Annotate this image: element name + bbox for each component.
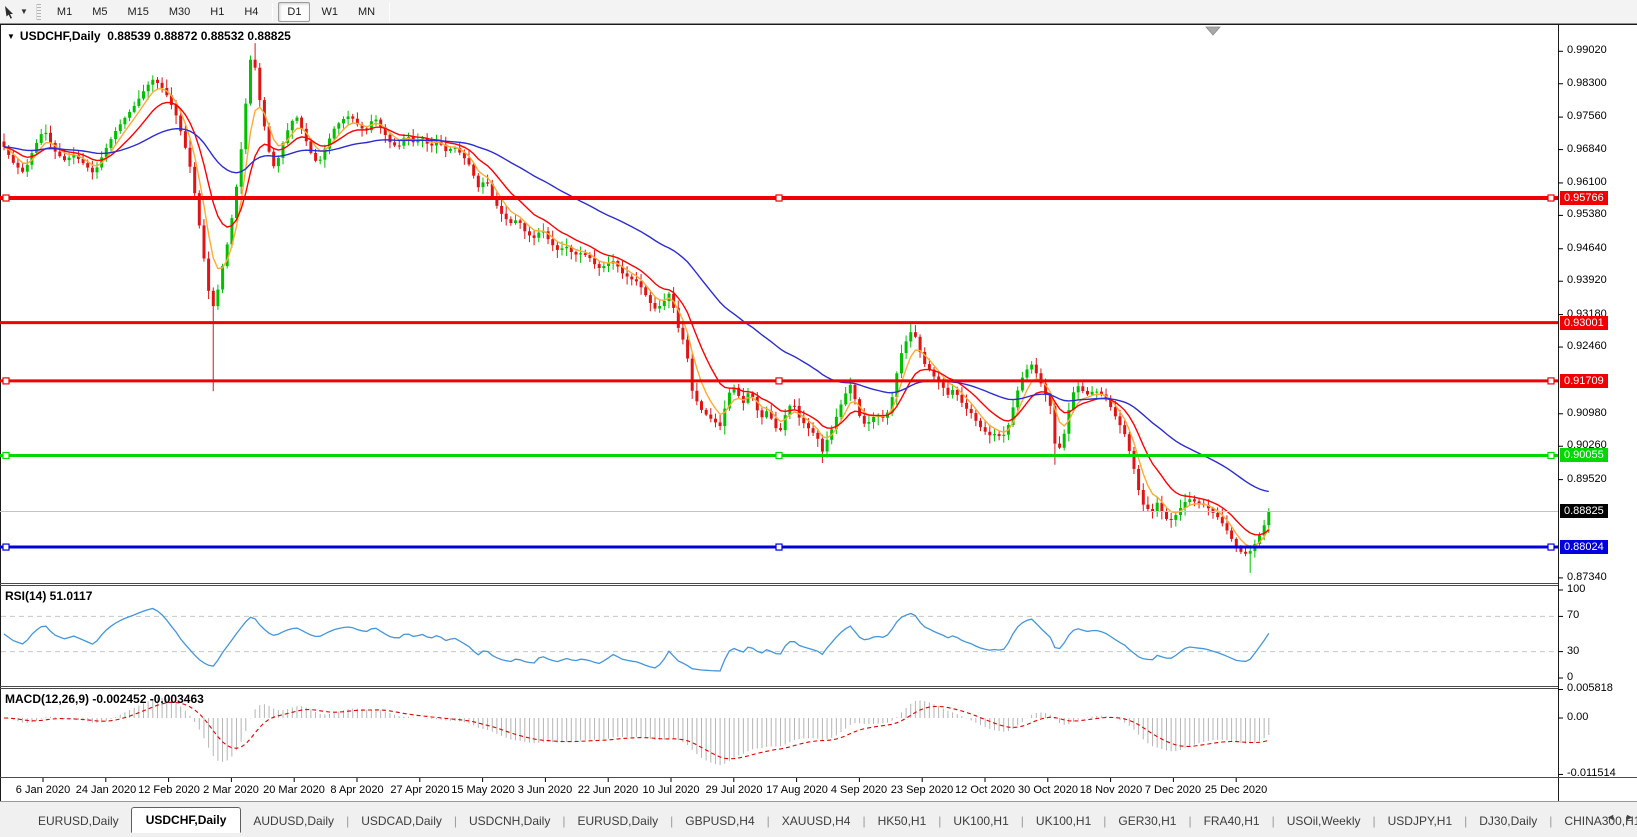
date-axis-label-8-apr-2020: 8 Apr 2020 <box>330 784 384 796</box>
timeframe-button-mn[interactable]: MN <box>349 2 384 22</box>
rsi-indicator-label: RSI(14) 51.0117 <box>5 589 93 603</box>
level-price-label-0.88024: 0.88024 <box>1560 540 1608 554</box>
macd-scale-label-0.00: 0.00 <box>1567 711 1589 723</box>
price-axis-label-0.98300: 0.98300 <box>1567 77 1607 89</box>
price-axis-label-0.89520: 0.89520 <box>1567 473 1607 485</box>
tab-hk50-h1[interactable]: HK50,H1 <box>866 809 939 833</box>
tab-fra40-h1[interactable]: FRA40,H1 <box>1192 809 1272 833</box>
rsi-scale-label-30: 30 <box>1567 645 1580 657</box>
date-axis-label-3-jun-2020: 3 Jun 2020 <box>517 784 573 796</box>
price-axis-label-0.96840: 0.96840 <box>1567 143 1607 155</box>
macd-scale-label--0.011514: -0.011514 <box>1567 767 1616 779</box>
date-axis-label-10-jul-2020: 10 Jul 2020 <box>642 784 700 796</box>
level-price-label-0.90055: 0.90055 <box>1560 448 1608 462</box>
date-axis-label-20-mar-2020: 20 Mar 2020 <box>263 784 325 796</box>
timeframe-button-w1[interactable]: W1 <box>312 2 347 22</box>
rsi-scale-label-70: 70 <box>1567 609 1580 621</box>
date-axis-label-23-sep-2020: 23 Sep 2020 <box>890 784 954 796</box>
tab-usoil-weekly[interactable]: USOil,Weekly <box>1275 809 1373 833</box>
price-axis-label-0.97560: 0.97560 <box>1567 110 1607 122</box>
price-axis-label-0.99020: 0.99020 <box>1567 44 1607 56</box>
price-axis-label-0.96100: 0.96100 <box>1567 176 1607 188</box>
tab-dj30-daily[interactable]: DJ30,Daily <box>1467 809 1549 833</box>
date-axis-label-27-apr-2020: 27 Apr 2020 <box>390 784 450 796</box>
timeframe-button-m15[interactable]: M15 <box>118 2 157 22</box>
tab-uk100-h1[interactable]: UK100,H1 <box>1024 809 1103 833</box>
timeframe-buttons: M1 M5 M15 M30 H1 H4 D1 W1 MN <box>47 0 394 24</box>
tab-scroll-buttons: ◄ ► <box>1606 812 1634 822</box>
date-axis-label-12-oct-2020: 12 Oct 2020 <box>955 784 1015 796</box>
timeframe-button-m30[interactable]: M30 <box>160 2 199 22</box>
date-axis-label-12-feb-2020: 12 Feb 2020 <box>138 784 200 796</box>
date-axis-label-30-oct-2020: 30 Oct 2020 <box>1018 784 1078 796</box>
macd-indicator-label: MACD(12,26,9) -0.002452 -0.003463 <box>5 692 204 706</box>
tab-usdchf-daily[interactable]: USDCHF,Daily <box>130 807 242 833</box>
toolbar-separator <box>272 2 274 21</box>
timeframe-button-h4[interactable]: H4 <box>235 2 267 22</box>
symbol-tab-bar: EURUSD,Daily USDCHF,Daily AUDUSD,Daily | USD… <box>0 801 1637 837</box>
tab-eurusd-daily[interactable]: EURUSD,Daily <box>26 809 131 833</box>
date-axis-label-2-mar-2020: 2 Mar 2020 <box>203 784 259 796</box>
date-axis-label-24-jan-2020: 24 Jan 2020 <box>75 784 137 796</box>
timeframe-button-d1[interactable]: D1 <box>278 1 311 22</box>
application-window: ▼ USDCHF,Daily 0.88539 0.88872 0.88532 0… <box>0 0 1637 837</box>
tab-eurusd-daily[interactable]: EURUSD,Daily <box>565 809 670 833</box>
date-axis-label-18-nov-2020: 18 Nov 2020 <box>1079 784 1143 796</box>
tab-ger30-h1[interactable]: GER30,H1 <box>1106 809 1188 833</box>
top-toolbar: ▼ M1 M5 M15 M30 H1 H4 D1 W1 MN <box>0 0 1637 24</box>
chart-ohlc-values: 0.88539 0.88872 0.88532 0.88825 <box>100 29 291 43</box>
date-axis-label-6-jan-2020: 6 Jan 2020 <box>15 784 71 796</box>
level-price-label-0.95766: 0.95766 <box>1560 191 1608 205</box>
toolbar-grip[interactable] <box>35 3 41 20</box>
price-axis-label-0.92460: 0.92460 <box>1567 340 1607 352</box>
price-axis-label-0.95380: 0.95380 <box>1567 208 1607 220</box>
date-axis-label-7-dec-2020: 7 Dec 2020 <box>1144 784 1202 796</box>
cursor-tool-dropdown-icon[interactable]: ▼ <box>20 7 28 16</box>
rsi-scale-label-100: 100 <box>1567 583 1586 595</box>
current-price-label: 0.88825 <box>1560 504 1608 518</box>
tab-scroll-right-icon[interactable]: ► <box>1625 812 1634 822</box>
date-axis-label-22-jun-2020: 22 Jun 2020 <box>577 784 639 796</box>
toolbar-separator <box>389 2 391 21</box>
tab-audusd-daily[interactable]: AUDUSD,Daily <box>241 809 346 833</box>
date-axis-label-17-aug-2020: 17 Aug 2020 <box>766 784 828 796</box>
macd-scale-label-0.005818: 0.005818 <box>1567 682 1613 694</box>
tab-usdjpy-h1[interactable]: USDJPY,H1 <box>1376 809 1464 833</box>
date-axis-label-4-sep-2020: 4 Sep 2020 <box>830 784 888 796</box>
date-axis-label-15-may-2020: 15 May 2020 <box>451 784 515 796</box>
price-axis-label-0.90980: 0.90980 <box>1567 407 1607 419</box>
timeframe-button-m5[interactable]: M5 <box>83 2 116 22</box>
tab-scroll-left-icon[interactable]: ◄ <box>1606 812 1615 822</box>
price-axis-label-0.93920: 0.93920 <box>1567 274 1607 286</box>
timeframe-button-m1[interactable]: M1 <box>48 2 81 22</box>
chart-overlays: ▼ USDCHF,Daily 0.88539 0.88872 0.88532 0… <box>0 0 1637 837</box>
chart-title: ▼ USDCHF,Daily 0.88539 0.88872 0.88532 0… <box>7 29 291 43</box>
chart-dropdown-icon[interactable]: ▼ <box>7 32 15 41</box>
cursor-tool-icon[interactable] <box>2 4 18 20</box>
chart-symbol-label: USDCHF,Daily <box>19 29 101 43</box>
tab-xauusd-h4[interactable]: XAUUSD,H4 <box>770 809 863 833</box>
tab-uk100-h1[interactable]: UK100,H1 <box>941 809 1020 833</box>
level-price-label-0.93001: 0.93001 <box>1560 316 1608 330</box>
timeframe-button-h1[interactable]: H1 <box>201 2 233 22</box>
tab-usdcnh-daily[interactable]: USDCNH,Daily <box>457 809 562 833</box>
price-axis-label-0.94640: 0.94640 <box>1567 242 1607 254</box>
level-price-label-0.91709: 0.91709 <box>1560 374 1608 388</box>
date-axis-label-29-jul-2020: 29 Jul 2020 <box>705 784 763 796</box>
symbol-tabs: EURUSD,Daily USDCHF,Daily AUDUSD,Daily | USD… <box>26 805 1637 833</box>
date-axis-label-25-dec-2020: 25 Dec 2020 <box>1204 784 1268 796</box>
tab-usdcad-daily[interactable]: USDCAD,Daily <box>349 809 454 833</box>
tab-gbpusd-h4[interactable]: GBPUSD,H4 <box>673 809 766 833</box>
